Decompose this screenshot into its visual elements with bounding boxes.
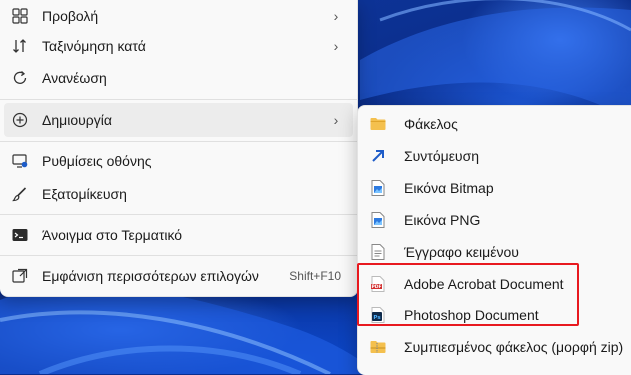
submenu-item-label: Φάκελος [404, 116, 458, 132]
menu-item-personalize[interactable]: Εξατομίκευση [4, 177, 353, 211]
refresh-icon [12, 70, 28, 86]
keyboard-shortcut: Shift+F10 [289, 269, 341, 283]
submenu-item-folder[interactable]: Φάκελος [362, 109, 628, 139]
bitmap-image-icon [370, 180, 386, 196]
menu-item-label: Προβολή [42, 8, 99, 24]
menu-separator [0, 99, 357, 100]
png-image-icon [370, 212, 386, 228]
shortcut-arrow-icon [370, 148, 386, 164]
chevron-right-icon: › [333, 8, 339, 24]
sort-arrows-icon [12, 38, 28, 54]
chevron-right-icon: › [333, 112, 339, 128]
terminal-icon [12, 227, 28, 243]
text-document-icon [370, 244, 386, 260]
display-settings-icon [12, 153, 28, 169]
submenu-item-label: Συντόμευση [404, 148, 480, 164]
view-grid-icon [12, 8, 28, 24]
menu-item-label: Δημιουργία [42, 112, 112, 128]
menu-item-label: Εμφάνιση περισσότερων επιλογών [42, 268, 259, 284]
menu-item-open-terminal[interactable]: Άνοιγμα στο Τερματικό [4, 218, 353, 252]
submenu-item-label: Έγγραφο κειμένου [404, 244, 519, 260]
menu-separator [0, 255, 357, 256]
submenu-item-zip-folder[interactable]: Συμπιεσμένος φάκελος (μορφή zip) [362, 332, 628, 362]
menu-separator [0, 141, 357, 142]
submenu-item-label: Εικόνα PNG [404, 212, 481, 228]
chevron-right-icon: › [333, 38, 339, 54]
menu-item-new[interactable]: Δημιουργία › [4, 103, 353, 137]
plus-circle-icon [12, 112, 28, 128]
highlight-box [357, 263, 579, 326]
menu-item-label: Ανανέωση [42, 70, 107, 86]
menu-separator [0, 214, 357, 215]
brush-icon [12, 186, 28, 202]
menu-item-refresh[interactable]: Ανανέωση [4, 61, 353, 95]
menu-item-label: Ρυθμίσεις οθόνης [42, 153, 152, 169]
submenu-item-png[interactable]: Εικόνα PNG [362, 205, 628, 235]
menu-item-label: Άνοιγμα στο Τερματικό [42, 227, 183, 243]
more-options-icon [12, 268, 28, 284]
menu-item-label: Εξατομίκευση [42, 186, 127, 202]
menu-item-label: Ταξινόμηση κατά [42, 38, 146, 54]
desktop-context-menu: Προβολή › Ταξινόμηση κατά › Ανανέωση Δημ… [0, 0, 358, 297]
menu-item-show-more-options[interactable]: Εμφάνιση περισσότερων επιλογών Shift+F10 [4, 259, 353, 293]
menu-item-sort-by[interactable]: Ταξινόμηση κατά › [4, 29, 353, 63]
submenu-item-label: Συμπιεσμένος φάκελος (μορφή zip) [404, 339, 624, 355]
submenu-item-bitmap[interactable]: Εικόνα Bitmap [362, 173, 628, 203]
submenu-item-shortcut[interactable]: Συντόμευση [362, 141, 628, 171]
zip-folder-icon [370, 339, 386, 355]
menu-item-display-settings[interactable]: Ρυθμίσεις οθόνης [4, 144, 353, 178]
submenu-item-label: Εικόνα Bitmap [404, 180, 494, 196]
new-item-submenu: Φάκελος Συντόμευση Εικόνα Bitmap Εικόνα … [357, 105, 631, 375]
folder-icon [370, 116, 386, 132]
